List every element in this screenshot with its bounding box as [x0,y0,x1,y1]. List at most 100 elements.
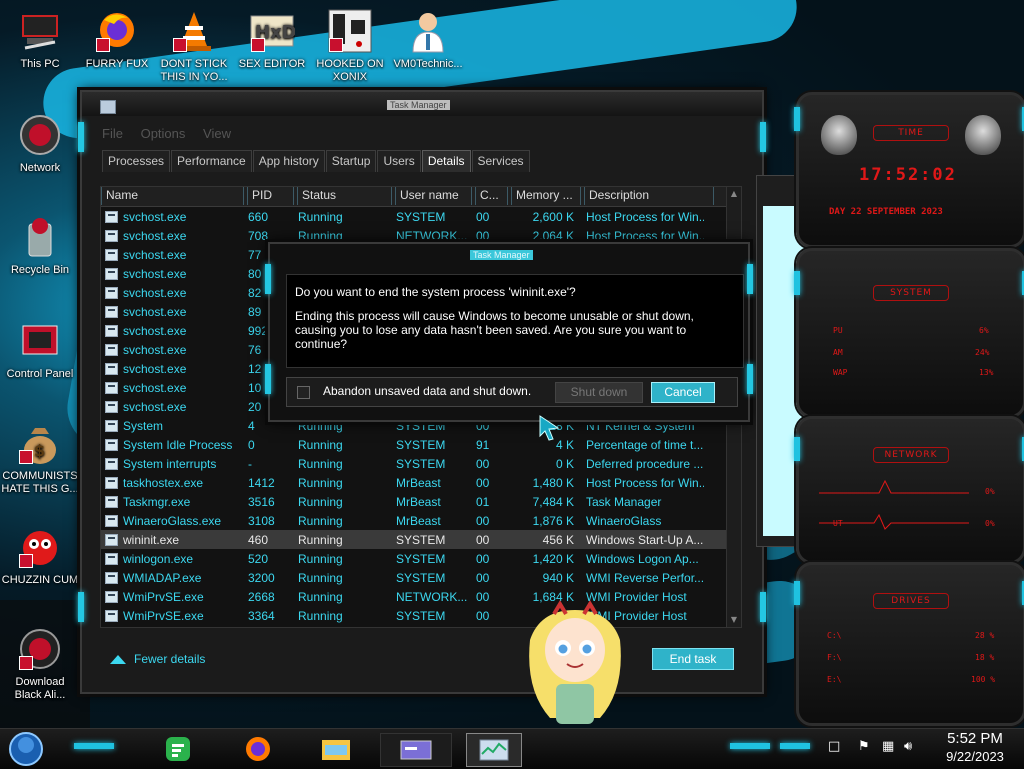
stat-value: 18 % [975,653,995,662]
process-icon [105,400,118,413]
computer-icon [17,8,63,54]
table-row[interactable]: taskhostex.exe 1412 Running MrBeast 00 1,480 … [101,473,741,492]
cell-pid: 520 [248,551,269,566]
tab-users[interactable]: Users [377,150,421,172]
taskbar-firefox[interactable] [238,733,278,765]
column-header-name[interactable]: Name [101,187,244,205]
table-row[interactable]: svchost.exe 660 Running SYSTEM 00 2,600 K Host… [101,207,741,226]
menu-options[interactable]: Options [141,126,186,141]
taskbar-feedly[interactable] [158,733,198,765]
column-header-memory[interactable]: Memory ... [511,187,581,205]
fewer-details-link[interactable]: Fewer details [110,652,205,666]
tab-services[interactable]: Services [471,150,530,172]
table-row[interactable]: wininit.exe 460 Running SYSTEM 00 456 K Window… [101,530,741,549]
desktop-icon-chuzzin[interactable]: CHUZZIN CUM [1,524,79,587]
network-activity-graph [819,479,969,530]
table-header: Name PID Status User name C... Memory ..… [101,187,741,207]
column-header-status[interactable]: Status [297,187,392,205]
end-process-dialog[interactable]: Task Manager Do you want to end the syst… [265,242,753,422]
menu-view[interactable]: View [203,126,231,141]
start-button[interactable] [6,732,46,766]
process-name: svchost.exe [123,304,187,319]
desktop-icon-label: Control Panel [6,368,74,380]
cell-name: svchost.exe [101,343,244,357]
network-tray-icon[interactable]: ▦ [882,739,894,754]
table-row[interactable]: WinaeroGlass.exe 3108 Running MrBeast 00 1,87… [101,511,741,530]
cell-name: svchost.exe [101,324,244,338]
end-task-button[interactable]: End task [652,648,734,670]
scroll-down-icon[interactable]: ▼ [727,613,741,627]
taskbar-task-manager[interactable] [466,733,522,767]
checkbox-label[interactable]: Abandon unsaved data and shut down. [323,384,531,398]
tab-details[interactable]: Details [421,150,471,172]
column-header-description[interactable]: Description [584,187,714,205]
cyan-bezel-accent [265,364,271,394]
alienware-orb-icon [17,626,63,672]
gadget-drives[interactable]: DRIVES C:\ 28 % F:\ 18 % E:\ 100 % [794,562,1024,726]
desktop-icon-control-panel[interactable]: Control Panel [1,318,79,381]
shut-down-button[interactable]: Shut down [555,382,643,403]
gadget-time[interactable]: TIME 17:52:02 DAY 22 SEPTEMBER 2023 [794,92,1024,248]
stat-label: PU [833,326,843,335]
table-row[interactable]: Taskmgr.exe 3516 Running MrBeast 01 7,484 K Ta… [101,492,741,511]
taskbar-file-explorer[interactable] [316,733,356,765]
column-header-user[interactable]: User name [395,187,472,205]
show-desktop-icon[interactable]: □ [828,739,840,754]
process-icon [105,305,118,318]
cell-desc: WMI Reverse Perfor... [586,570,704,585]
table-row[interactable]: WmiPrvSE.exe 3364 Running SYSTEM 00 WMI Provi… [101,606,741,625]
menu-bar: File Options View [102,126,245,141]
abandon-data-checkbox[interactable] [297,386,310,399]
table-row[interactable]: System interrupts - Running SYSTEM 00 0 K Defe… [101,454,741,473]
desktop-icon-this-pc[interactable]: This PC [1,8,79,71]
process-icon [105,210,118,223]
table-row[interactable]: WmiPrvSE.exe 2668 Running NETWORK... 00 1,684… [101,587,741,606]
firefox-icon [94,8,140,54]
process-icon [105,362,118,375]
process-name: winlogon.exe [123,551,194,566]
process-name: System interrupts [123,456,217,471]
desktop-icon-vm0technic[interactable]: VM0Technic... [389,8,467,71]
stat-label: F:\ [827,653,842,662]
column-header-pid[interactable]: PID [247,187,294,205]
desktop-icon-furry-fux[interactable]: FURRY FUX [78,8,156,71]
process-icon [105,438,118,451]
process-icon [105,495,118,508]
desktop-icon-recycle-bin[interactable]: Recycle Bin [1,214,79,277]
desktop-icon-label: HOOKED ON XONIX [316,58,384,83]
column-header-cpu[interactable]: C... [475,187,508,205]
scroll-up-icon[interactable]: ▲ [727,187,741,201]
gadget-system[interactable]: SYSTEM PU 6% AM 24% WAP 13% [794,248,1024,418]
cell-status: Running [298,475,343,490]
desktop-icon-dont-stick[interactable]: DONT STICK THIS IN YO... [155,8,233,84]
desktop-icon-communists[interactable]: $ COMMUNISTS HATE THIS G... [1,420,79,496]
desktop-icon-download-black-ali[interactable]: Download Black Ali... [1,626,79,702]
money-bag-icon: $ [17,420,63,466]
tab-app-history[interactable]: App history [252,150,325,172]
title-bar[interactable]: Task Manager [82,92,762,116]
taskbar-clock[interactable]: 5:52 PM 9/22/2023 [930,729,1020,766]
desktop-icon-label: This PC [20,58,60,70]
desktop-icon-sex-editor[interactable]: HxD SEX EDITOR [233,8,311,71]
cell-cpu: 01 [476,494,490,509]
table-row[interactable]: System Idle Process 0 Running SYSTEM 91 4 K Pe… [101,435,741,454]
cell-status: Running [298,228,343,243]
taskbar-control-panel[interactable] [380,733,452,767]
start-orb-icon [9,732,43,766]
table-row[interactable]: WMIADAP.exe 3200 Running SYSTEM 00 940 K WMI R… [101,568,741,587]
alien-head-icon [965,115,1001,155]
action-center-flag-icon[interactable]: ⚑ [858,739,870,754]
menu-file[interactable]: File [102,126,123,141]
gadget-network[interactable]: NETWORK 0% UT 0% [794,416,1024,564]
desktop-icon-hooked-on-xonix[interactable]: HOOKED ON XONIX [311,8,389,84]
cell-user: SYSTEM [396,209,446,224]
desktop-icon-network[interactable]: Network [1,112,79,175]
gadget-header: TIME [873,125,949,141]
tab-startup[interactable]: Startup [325,150,377,172]
stat-label: WAP [833,368,848,377]
tab-processes[interactable]: Processes [102,150,171,172]
table-row[interactable]: winlogon.exe 520 Running SYSTEM 00 1,420 K Win… [101,549,741,568]
volume-icon[interactable]: 🔊︎ [904,739,912,754]
tab-performance[interactable]: Performance [171,150,252,172]
cancel-button[interactable]: Cancel [651,382,715,403]
